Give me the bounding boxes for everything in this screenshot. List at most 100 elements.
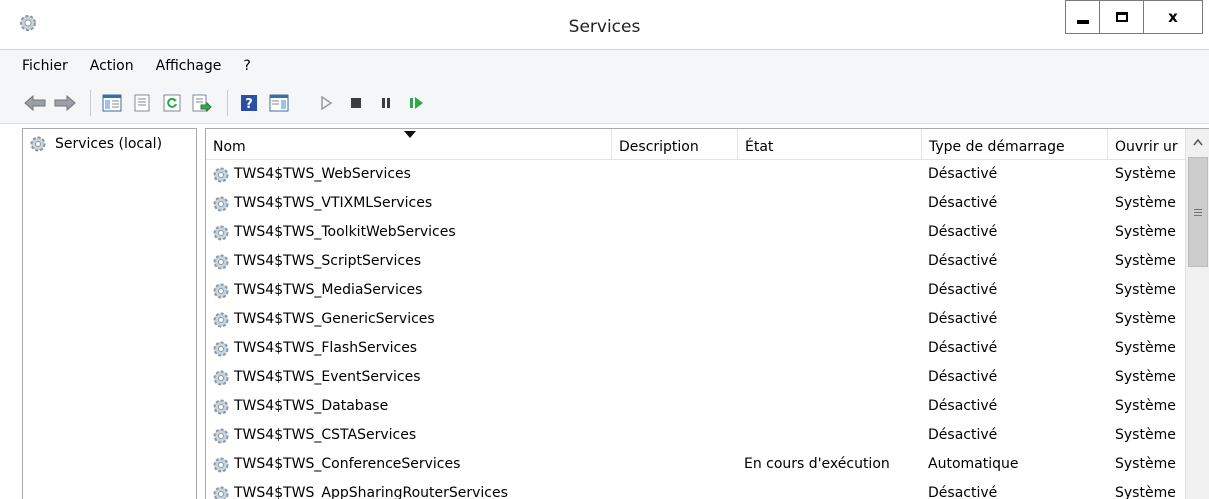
service-startup-type: Désactivé: [928, 253, 998, 269]
toolbar-separator: [90, 89, 91, 116]
column-header-description[interactable]: Description: [612, 129, 738, 160]
table-row[interactable]: TWS4$TWS_MediaServices Désactivé Système: [206, 276, 1185, 305]
column-header-label: État: [745, 139, 774, 155]
refresh-button[interactable]: [159, 90, 185, 116]
service-startup-type: Désactivé: [928, 427, 998, 443]
table-row[interactable]: TWS4$TWS_Database Désactivé Système: [206, 392, 1185, 421]
service-logon: Système: [1115, 398, 1176, 414]
service-gear-icon: [212, 253, 230, 271]
column-header-row: Nom Description État Type de démarrage O…: [206, 129, 1185, 160]
column-header-name[interactable]: Nom: [206, 129, 612, 160]
stop-service-button[interactable]: [343, 90, 369, 116]
service-logon: Système: [1115, 311, 1176, 327]
properties-button[interactable]: [129, 90, 155, 116]
table-row[interactable]: TWS4$TWS_EventServices Désactivé Système: [206, 363, 1185, 392]
service-startup-type: Désactivé: [928, 166, 998, 182]
menu-bar: Fichier Action Affichage ?: [0, 50, 1209, 82]
column-header-startup-type[interactable]: Type de démarrage: [922, 129, 1108, 160]
console-tree-icon: [102, 94, 122, 111]
service-name: TWS4$TWS_ToolkitWebServices: [234, 224, 456, 240]
close-button[interactable]: x: [1143, 0, 1203, 34]
show-console-tree-button[interactable]: [99, 90, 125, 116]
scroll-thumb[interactable]: [1188, 157, 1208, 267]
maximize-button[interactable]: [1099, 0, 1143, 34]
service-startup-type: Désactivé: [928, 340, 998, 356]
service-name: TWS4$TWS_AppSharingRouterServices: [234, 485, 508, 499]
help-icon: ?: [241, 94, 257, 112]
service-name-cell: TWS4$TWS_VTIXMLServices: [212, 189, 612, 218]
service-startup-type: Désactivé: [928, 224, 998, 240]
menu-action[interactable]: Action: [90, 58, 134, 74]
toolbar: ?: [0, 82, 1209, 124]
service-name: TWS4$TWS_ConferenceServices: [234, 456, 461, 472]
table-row[interactable]: TWS4$TWS_AppSharingRouterServices Désacti…: [206, 479, 1185, 499]
export-list-button[interactable]: [189, 90, 215, 116]
show-action-pane-button[interactable]: [266, 90, 292, 116]
service-gear-icon: [212, 369, 230, 387]
service-logon: Système: [1115, 224, 1176, 240]
start-service-button[interactable]: [313, 90, 339, 116]
table-row[interactable]: TWS4$TWS_WebServices Désactivé Système: [206, 160, 1185, 189]
properties-icon: [134, 94, 150, 111]
table-row[interactable]: TWS4$TWS_FlashServices Désactivé Système: [206, 334, 1185, 363]
help-button[interactable]: ?: [236, 90, 262, 116]
sort-descending-icon: [404, 131, 416, 138]
table-row[interactable]: TWS4$TWS_ConferenceServices En cours d'ex…: [206, 450, 1185, 479]
service-gear-icon: [212, 427, 230, 445]
service-logon: Système: [1115, 369, 1176, 385]
menu-fichier[interactable]: Fichier: [22, 58, 68, 74]
service-name-cell: TWS4$TWS_ToolkitWebServices: [212, 218, 612, 247]
table-row[interactable]: TWS4$TWS_VTIXMLServices Désactivé Système: [206, 189, 1185, 218]
service-state: [744, 392, 924, 421]
services-table-body: TWS4$TWS_WebServices Désactivé Système TWS4…: [206, 160, 1185, 499]
export-list-icon: [192, 94, 212, 112]
column-header-state[interactable]: État: [738, 129, 922, 160]
service-startup-type: Désactivé: [928, 369, 998, 385]
service-name: TWS4$TWS_ScriptServices: [234, 253, 422, 269]
title-bar: Services x: [0, 0, 1209, 50]
forward-button[interactable]: [52, 90, 78, 116]
scroll-up-button[interactable]: [1186, 129, 1209, 155]
svg-text:?: ?: [245, 97, 253, 112]
service-name-cell: TWS4$TWS_GenericServices: [212, 305, 612, 334]
services-list-pane: Nom Description État Type de démarrage O…: [205, 128, 1209, 499]
table-row[interactable]: TWS4$TWS_GenericServices Désactivé Système: [206, 305, 1185, 334]
menu-help[interactable]: ?: [243, 58, 250, 74]
service-name-cell: TWS4$TWS_EventServices: [212, 363, 612, 392]
service-state: [744, 218, 924, 247]
service-name-cell: TWS4$TWS_ConferenceServices: [212, 450, 612, 479]
service-name: TWS4$TWS_FlashServices: [234, 340, 418, 356]
toolbar-separator: [227, 89, 228, 116]
toolbar-separator: [304, 90, 305, 116]
service-gear-icon: [212, 456, 230, 474]
table-row[interactable]: TWS4$TWS_ToolkitWebServices Désactivé Syst…: [206, 218, 1185, 247]
back-button[interactable]: [22, 90, 48, 116]
table-row[interactable]: TWS4$TWS_ScriptServices Désactivé Système: [206, 247, 1185, 276]
service-name-cell: TWS4$TWS_CSTAServices: [212, 421, 612, 450]
service-gear-icon: [212, 224, 230, 242]
close-icon: x: [1168, 8, 1178, 26]
service-name-cell: TWS4$TWS_ScriptServices: [212, 247, 612, 276]
service-state: [744, 305, 924, 334]
menu-affichage[interactable]: Affichage: [156, 58, 222, 74]
service-gear-icon: [212, 398, 230, 416]
service-logon: Système: [1115, 340, 1176, 356]
pause-service-button[interactable]: [373, 90, 399, 116]
tree-item-services-local[interactable]: Services (local): [29, 135, 165, 153]
vertical-scrollbar[interactable]: [1185, 129, 1209, 499]
column-header-logon[interactable]: Ouvrir ur: [1108, 129, 1185, 160]
table-row[interactable]: TWS4$TWS_CSTAServices Désactivé Système: [206, 421, 1185, 450]
restart-service-button[interactable]: [403, 90, 429, 116]
service-gear-icon: [212, 282, 230, 300]
chevron-up-icon: [1193, 138, 1203, 145]
service-name: TWS4$TWS_WebServices: [234, 166, 411, 182]
refresh-icon: [163, 94, 181, 111]
stop-service-icon: [351, 97, 361, 108]
minimize-icon: [1076, 20, 1089, 24]
service-name-cell: TWS4$TWS_AppSharingRouterServices: [212, 479, 612, 499]
minimize-button[interactable]: [1065, 0, 1099, 34]
service-logon: Système: [1115, 195, 1176, 211]
service-name: TWS4$TWS_Database: [234, 398, 389, 414]
service-gear-icon: [212, 195, 230, 213]
service-name-cell: TWS4$TWS_WebServices: [212, 160, 612, 189]
